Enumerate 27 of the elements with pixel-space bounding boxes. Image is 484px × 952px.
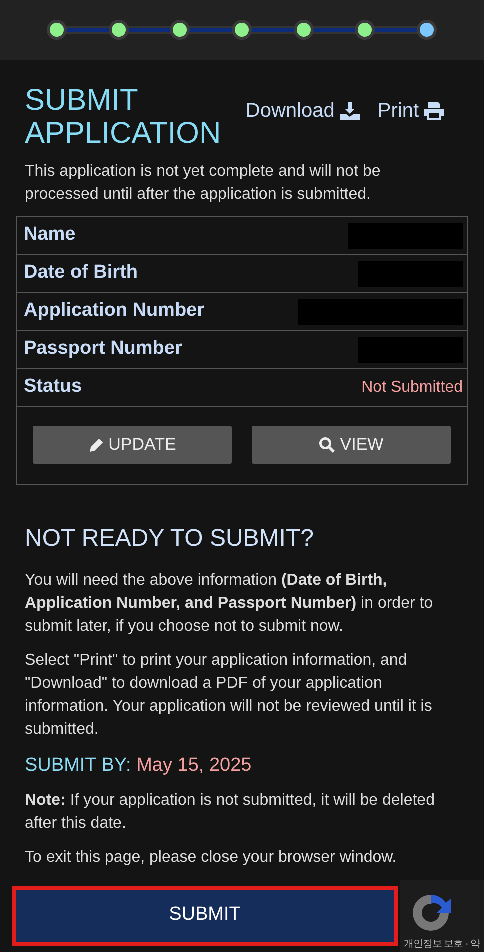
exit-text: To exit this page, please close your browser window. [25,848,398,868]
info-paragraph: You will need the above information (Date of Birth, Application Number, and Passport Number) in order to submit later, if you choose not to submit now. [25,571,434,637]
section-heading: NOT READY TO SUBMIT? [25,524,315,554]
print-link[interactable]: Print [378,96,444,126]
deadline-date: May 15, 2025 [136,755,252,776]
pencil-icon [88,438,104,452]
deadline-label: SUBMIT BY: [25,755,132,776]
note-text: Note: If your application is not submitted, it will be deleted after this date. [25,790,436,834]
field-label: Status [24,375,82,400]
field-label: Application Number [24,299,205,324]
captcha-badge[interactable]: 개인정보 보호 · 약 [400,880,484,952]
field-value: Not Submitted [362,378,463,398]
refresh-icon [413,894,451,930]
update-button[interactable]: UPDATE [33,426,232,464]
search-icon [319,437,336,453]
field-label: Passport Number [24,337,182,362]
print-icon [424,102,444,120]
page-title: SUBMIT APPLICATION [25,84,222,150]
info-paragraph: Select "Print" to print your application information, and "Download" to download a PDF of your application information. Your application will not be reviewed until it is submitted. [25,651,434,740]
intro-text: This application is not yet complete and will not be processed until after the application is submitted. [25,162,382,205]
download-icon [340,102,360,120]
submit-button[interactable]: SUBMIT [16,890,394,942]
view-button[interactable]: VIEW [252,426,451,464]
captcha-links[interactable]: 개인정보 보호 · 약 [404,936,480,952]
field-label: Date of Birth [24,261,138,286]
download-link[interactable]: Download [246,96,360,126]
field-label: Name [24,223,76,248]
